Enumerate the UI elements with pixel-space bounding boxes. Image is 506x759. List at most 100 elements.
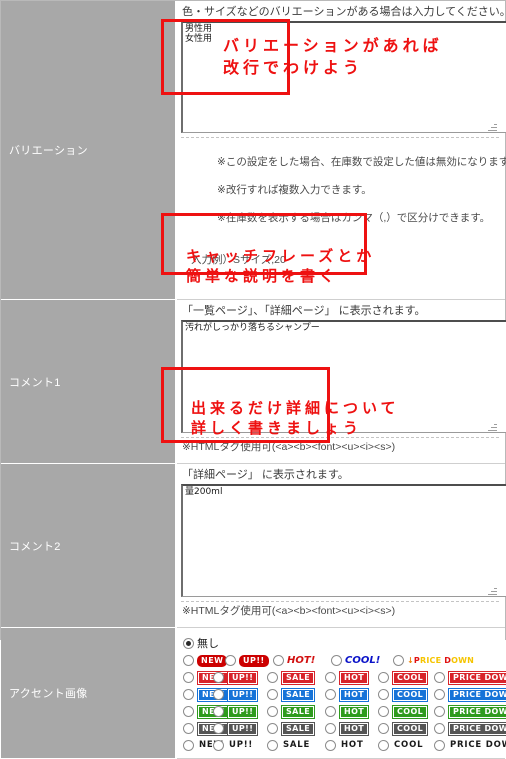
radio-icon[interactable] (378, 672, 389, 683)
radio-icon[interactable] (213, 723, 224, 734)
radio-icon[interactable] (183, 706, 194, 717)
accent-option-blue-up[interactable]: UP!! (213, 687, 267, 702)
radio-icon[interactable] (267, 723, 278, 734)
accent-option-gray-cool[interactable]: COOL (378, 721, 434, 736)
row-label-comment2: コメント2 (1, 463, 177, 628)
radio-icon[interactable] (213, 740, 224, 751)
accent-option-green-cool[interactable]: COOL (378, 704, 434, 719)
accent-option-gray-sale[interactable]: SALE (267, 721, 325, 736)
accent-option-gray-up[interactable]: UP!! (213, 721, 267, 736)
radio-icon[interactable] (183, 740, 194, 751)
radio-icon[interactable] (378, 723, 389, 734)
table-row-variation: バリエーション 色・サイズなどのバリエーションがある場合は入力してください。 男… (1, 1, 506, 300)
radio-icon[interactable] (225, 655, 236, 666)
radio-icon[interactable] (183, 655, 194, 666)
accent-option-plain-new[interactable]: NEW (183, 739, 223, 752)
radio-icon[interactable] (183, 723, 194, 734)
radio-icon[interactable] (393, 655, 404, 666)
radio-icon[interactable] (183, 637, 194, 649)
radio-icon[interactable] (434, 723, 445, 734)
accent-option-green-price-down[interactable]: PRICE DOWN (434, 704, 506, 719)
radio-icon[interactable] (325, 706, 336, 717)
accent-option-red-hot[interactable]: HOT (325, 670, 378, 685)
radio-icon[interactable] (378, 689, 389, 700)
divider (181, 437, 499, 438)
variation-note-1: ※この設定をした場合、在庫数で設定した値は無効になります。 (217, 156, 506, 168)
radio-icon[interactable] (325, 689, 336, 700)
accent-option-red-price-down[interactable]: PRICE DOWN (434, 670, 506, 685)
accent-badge: COOL (392, 721, 429, 736)
accent-badge: UP!! (227, 704, 259, 719)
radio-icon[interactable] (267, 740, 278, 751)
accent-option-blue-hot[interactable]: HOT (325, 687, 378, 702)
radio-icon[interactable] (434, 740, 445, 751)
accent-option-gray-new[interactable]: NEW (183, 721, 230, 736)
table-row-comment2: コメント2 「詳細ページ」 に表示されます。 量200ml ※HTMLタグ使用可… (1, 463, 506, 628)
accent-option-blue-sale[interactable]: SALE (267, 687, 325, 702)
accent-option-green-hot[interactable]: HOT (325, 704, 378, 719)
comment2-textarea[interactable]: 量200ml (181, 484, 506, 597)
accent-option-plain-hot[interactable]: HOT (325, 739, 378, 752)
accent-badge: SALE (281, 670, 316, 685)
radio-icon[interactable] (267, 689, 278, 700)
radio-icon[interactable] (434, 689, 445, 700)
accent-option-new[interactable]: NEW (183, 654, 228, 667)
accent-option-row-styled: NEW UP!! HOT! COOL! ↓PRICE DOWN (183, 652, 499, 669)
variation-textarea[interactable]: 男性用 女性用 (181, 21, 506, 133)
radio-icon[interactable] (213, 706, 224, 717)
radio-icon[interactable] (213, 689, 224, 700)
radio-icon[interactable] (183, 689, 194, 700)
accent-option-plain-price-down[interactable]: PRICE DOWN (434, 739, 506, 752)
accent-option-red-sale[interactable]: SALE (267, 670, 325, 685)
accent-option-red-new[interactable]: NEW (183, 670, 230, 685)
variation-note-3: ※在庫数を表示する場合はカンマ（,）で区分けできます。 (217, 212, 491, 224)
accent-option-green-sale[interactable]: SALE (267, 704, 325, 719)
accent-option-red-cool[interactable]: COOL (378, 670, 434, 685)
accent-badge: UP!! (227, 721, 259, 736)
radio-icon[interactable] (378, 706, 389, 717)
accent-option-hot[interactable]: HOT! (273, 655, 331, 666)
row-field-comment2: 「詳細ページ」 に表示されます。 量200ml ※HTMLタグ使用可(<a><b… (176, 463, 506, 628)
divider (181, 137, 499, 138)
accent-badge: COOL (392, 704, 429, 719)
accent-option-plain-up[interactable]: UP!! (213, 739, 267, 752)
comment1-textarea[interactable]: 汚れがしっかり落ちるシャンプー (181, 320, 506, 433)
accent-option-gray-price-down[interactable]: PRICE DOWN (434, 721, 506, 736)
accent-badge: SALE (281, 687, 316, 702)
accent-option-none[interactable]: 無し (183, 635, 219, 651)
accent-option-blue-price-down[interactable]: PRICE DOWN (434, 687, 506, 702)
accent-option-gray-hot[interactable]: HOT (325, 721, 378, 736)
accent-option-green-up[interactable]: UP!! (213, 704, 267, 719)
table-row-accent-image: アクセント画像 無し NEWUP!!HOT!COOL!↓PRICE DOWN N… (1, 627, 506, 759)
accent-option-red-up[interactable]: UP!! (213, 670, 267, 685)
accent-badge: NEW (197, 654, 228, 667)
accent-option-up[interactable]: UP!! (225, 654, 273, 667)
accent-badge: COOL (392, 670, 429, 685)
row-label-text: アクセント画像 (9, 688, 88, 700)
row-label-text: コメント2 (9, 540, 61, 553)
accent-option-plain-sale[interactable]: SALE (267, 739, 325, 752)
variation-textarea-wrap: 男性用 女性用 (181, 21, 506, 133)
radio-icon[interactable] (325, 672, 336, 683)
accent-option-price-down[interactable]: ↓PRICE DOWN (393, 655, 489, 666)
accent-option-blue-cool[interactable]: COOL (378, 687, 434, 702)
product-form-table: バリエーション 色・サイズなどのバリエーションがある場合は入力してください。 男… (1, 1, 506, 759)
radio-icon[interactable] (378, 740, 389, 751)
radio-icon[interactable] (434, 706, 445, 717)
accent-option-green-new[interactable]: NEW (183, 704, 230, 719)
radio-icon[interactable] (325, 723, 336, 734)
comment2-textarea-wrap: 量200ml (181, 484, 506, 597)
radio-icon[interactable] (213, 672, 224, 683)
accent-option-cool[interactable]: COOL! (331, 655, 393, 666)
radio-icon[interactable] (183, 672, 194, 683)
accent-badge: COOL! (345, 654, 381, 666)
accent-option-blue-new[interactable]: NEW (183, 687, 230, 702)
accent-option-plain-cool[interactable]: COOL (378, 739, 434, 752)
accent-badge: HOT (341, 740, 364, 751)
radio-icon[interactable] (273, 655, 284, 666)
radio-icon[interactable] (434, 672, 445, 683)
radio-icon[interactable] (267, 706, 278, 717)
radio-icon[interactable] (267, 672, 278, 683)
radio-icon[interactable] (325, 740, 336, 751)
radio-icon[interactable] (331, 655, 342, 666)
